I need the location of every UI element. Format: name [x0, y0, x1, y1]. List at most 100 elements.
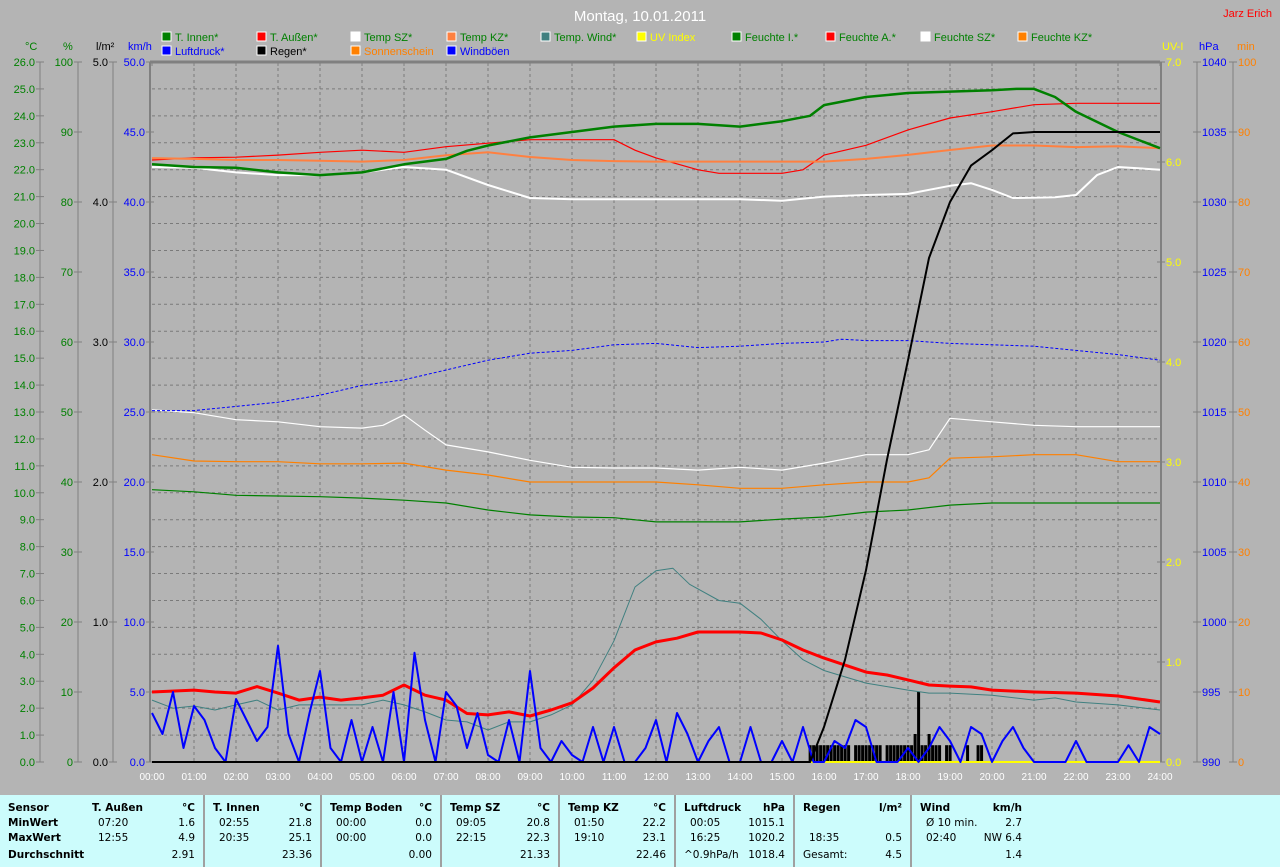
- rain-bar: [917, 692, 921, 762]
- x-tick-label: 11:00: [602, 772, 627, 783]
- max-value: 23.1: [642, 832, 666, 844]
- min-value: 1015.1: [748, 817, 785, 829]
- legend-label: Temp SZ*: [364, 32, 413, 44]
- x-tick-label: 19:00: [937, 772, 962, 783]
- legend-label: Temp KZ*: [460, 32, 509, 44]
- axis-tick-label: 2.0: [1166, 557, 1181, 569]
- rain-bar: [892, 745, 896, 762]
- rain-bar: [819, 745, 823, 762]
- axis-tick-label: 10.0: [124, 617, 145, 629]
- sensor-column: Luftdruck hPa 00:05 1015.1 16:25 1020.2 ^0.9hP…: [676, 795, 795, 867]
- axis-tick-label: 1000: [1202, 617, 1226, 629]
- x-tick-label: 03:00: [265, 772, 290, 783]
- rain-bar: [966, 745, 970, 762]
- row-label: Sensor: [8, 802, 49, 814]
- sensor-unit: °C: [182, 802, 195, 814]
- axis-tick-label: 0.0: [20, 757, 35, 769]
- min-value: 1.6: [178, 817, 195, 829]
- max-time: 00:00: [336, 832, 367, 844]
- axis-tick-label: 2.0: [93, 477, 108, 489]
- legend-swatch: [256, 45, 267, 56]
- x-tick-label: 02:00: [223, 772, 248, 783]
- sensor-name: T. Innen: [213, 802, 260, 814]
- axis-tick-label: 90: [61, 127, 73, 139]
- legend-swatch: [161, 31, 172, 42]
- axis-tick-label: 9.0: [20, 515, 35, 527]
- x-tick-label: 23:00: [1105, 772, 1130, 783]
- rain-bar: [864, 745, 868, 762]
- axis-tick-label: 7.0: [20, 569, 35, 581]
- axis-tick-label: 21.0: [14, 192, 35, 204]
- legend-item: Feuchte A.*: [825, 31, 897, 44]
- legend-label: Temp. Wind*: [554, 32, 617, 44]
- sensor-unit: °C: [537, 802, 550, 814]
- min-value: 2.7: [1005, 817, 1022, 829]
- legend-item: Sonnenschein: [350, 45, 434, 58]
- legend-swatch: [540, 31, 551, 42]
- rain-bar: [934, 745, 938, 762]
- sensor-column: Wind km/h Ø 10 min. 2.7 02:40 NW 6.4 1.4: [912, 795, 1030, 867]
- axis-tick-label: 50: [61, 407, 73, 419]
- rain-bars: [808, 692, 984, 762]
- min-time: 09:05: [456, 817, 487, 829]
- avg-label: Gesamt:: [803, 849, 848, 861]
- rain-bar: [938, 745, 942, 762]
- max-time: 12:55: [98, 832, 129, 844]
- legend-item: Temp SZ*: [350, 31, 413, 44]
- x-tick-label: 09:00: [517, 772, 542, 783]
- min-time: 02:55: [219, 817, 250, 829]
- avg-value: 1.4: [1005, 849, 1022, 861]
- axis-tick-label: 1005: [1202, 547, 1226, 559]
- x-tick-label: 21:00: [1021, 772, 1046, 783]
- x-tick-label: 14:00: [727, 772, 752, 783]
- avg-value: 0.00: [408, 849, 432, 861]
- row-label: MinWert: [8, 817, 59, 829]
- axis-tick-label: 10.0: [14, 488, 35, 500]
- axis-tick-label: 15.0: [14, 353, 35, 365]
- axis-tick-label: 100: [55, 57, 73, 69]
- sensor-column: Temp Boden °C 00:00 0.0 00:00 0.0 0.00: [322, 795, 442, 867]
- sensor-unit: hPa: [763, 802, 785, 814]
- axis-tick-label: 990: [1202, 757, 1220, 769]
- axis-tick-label: 10: [61, 687, 73, 699]
- legend-swatch: [256, 31, 267, 42]
- axis-tick-label: 15.0: [124, 547, 145, 559]
- rain-bar: [945, 745, 949, 762]
- axis-tick-label: 3.0: [1166, 457, 1181, 469]
- axis-tick-label: 80: [61, 197, 73, 209]
- axis-tick-label: 40: [1238, 477, 1250, 489]
- rain-bar: [847, 745, 851, 762]
- legend-swatch: [636, 31, 647, 42]
- rain-bar: [861, 745, 865, 762]
- axis-tick-label: 5.0: [93, 57, 108, 69]
- axis-tick-label: 50.0: [124, 57, 145, 69]
- x-tick-label: 15:00: [769, 772, 794, 783]
- legend-item: Feuchte SZ*: [920, 31, 996, 44]
- legend: T. Innen* T. Außen* Temp SZ* Temp KZ* Temp. …: [161, 31, 1093, 58]
- axis-tick-label: 1010: [1202, 477, 1226, 489]
- sensor-name: Temp KZ: [568, 802, 619, 814]
- min-time: 00:00: [336, 817, 367, 829]
- chart-title: Montag, 10.01.2011: [574, 8, 706, 25]
- rain-bar: [868, 745, 872, 762]
- rain-bar: [878, 745, 882, 762]
- min-time: 00:05: [690, 817, 721, 829]
- legend-label: Windböen: [460, 46, 510, 58]
- legend-swatch: [350, 45, 361, 56]
- row-labels: Sensor MinWert MaxWert Durchschnitt: [0, 795, 84, 867]
- rain-bar: [889, 745, 893, 762]
- max-time: 02:40: [926, 832, 957, 844]
- axis-tick-label: 70: [61, 267, 73, 279]
- min-value: 20.8: [526, 817, 550, 829]
- max-value: 1020.2: [748, 832, 785, 844]
- series-feuchte-a: [151, 102, 1160, 174]
- rain-bar: [840, 745, 844, 762]
- axis-tick-label: 24.0: [14, 111, 35, 123]
- min-value: 22.2: [642, 817, 666, 829]
- axis-tick-label: 60: [1238, 337, 1250, 349]
- sensor-column: T. Innen °C 02:55 21.8 20:35 25.1 23.36: [205, 795, 322, 867]
- axis-tick-label: 30: [61, 547, 73, 559]
- axis-tick-label: 20: [61, 617, 73, 629]
- x-tick-label: 08:00: [475, 772, 500, 783]
- legend-item: T. Außen*: [256, 31, 318, 44]
